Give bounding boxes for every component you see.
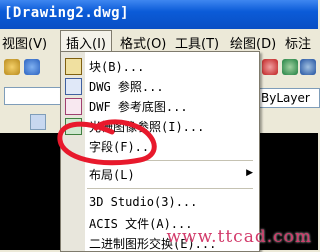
red-circle-annotation <box>57 119 157 166</box>
watermark-text: www.ttcad.com <box>166 227 312 247</box>
annotation-overlay <box>57 119 157 166</box>
